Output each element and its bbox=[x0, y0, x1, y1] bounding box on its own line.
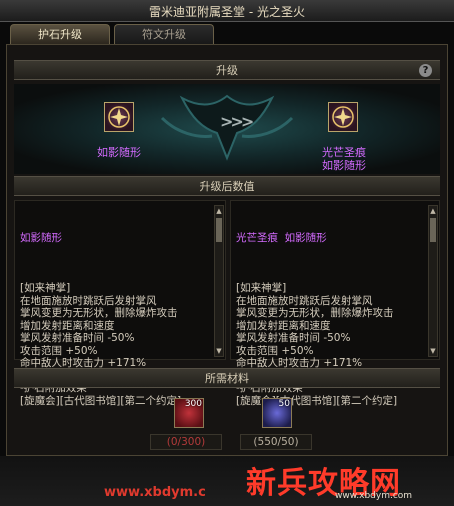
stats-panel-after: 光芒圣痕 如影随形 [如来神掌] 在地面施放时跳跃后发射掌风 掌风变更为无形状，删除… bbox=[230, 200, 440, 407]
stats-section-header: 升级后数值 bbox=[14, 176, 440, 196]
material-1-count: 300 bbox=[184, 399, 202, 409]
tab-talisman-upgrade[interactable]: 护石升级 bbox=[10, 24, 110, 44]
stats-section-title: 升级后数值 bbox=[199, 180, 255, 193]
red-crystal-icon[interactable]: 300 bbox=[174, 398, 204, 428]
material-1-requirement: (0/300) bbox=[150, 434, 222, 450]
talisman-icon bbox=[108, 106, 130, 128]
from-talisman-icon[interactable] bbox=[104, 102, 134, 132]
materials-section-header: 所需材料 bbox=[14, 368, 440, 388]
talisman-icon bbox=[332, 106, 354, 128]
stats-after-text: 光芒圣痕 如影随形 [如来神掌] 在地面施放时跳跃后发射掌风 掌风变更为无形状，删除… bbox=[236, 207, 397, 432]
to-item-name-line2: 如影随形 bbox=[322, 159, 366, 172]
stat-line: [旋魔会][古代图书馆][第二个约定] bbox=[20, 394, 182, 407]
upgrade-arrow-icon: >>> bbox=[220, 112, 254, 131]
scroll-down-icon[interactable]: ▼ bbox=[215, 347, 223, 355]
stat-line: 增加发射距离和速度 bbox=[20, 319, 115, 332]
stat-line: 在地面施放时跳跃后发射掌风 bbox=[236, 294, 373, 307]
stats-panel-before: 如影随形 [如来神掌] 在地面施放时跳跃后发射掌风 掌风变更为无形状，删除爆炸攻击增… bbox=[14, 200, 226, 407]
stat-line: [旋魔会][古代图书馆][第二个约定] bbox=[236, 394, 398, 407]
stats-after-title: 光芒圣痕 如影随形 bbox=[236, 232, 327, 244]
tab-rune-upgrade[interactable]: 符文升级 bbox=[114, 24, 214, 44]
materials-section-title: 所需材料 bbox=[205, 372, 249, 385]
stats-before-scrollbar[interactable]: ▲ ▼ bbox=[214, 205, 224, 357]
window-title: 雷米迪亚附属圣堂 - 光之圣火 bbox=[149, 5, 305, 19]
watermark-url-right: www.xbdym.com bbox=[335, 491, 413, 501]
stats-before-text: 如影随形 [如来神掌] 在地面施放时跳跃后发射掌风 掌风变更为无形状，删除爆炸攻击增… bbox=[20, 207, 181, 432]
material-2-requirement: (550/50) bbox=[240, 434, 312, 450]
from-item-name: 如影随形 bbox=[97, 146, 141, 159]
stat-line: 掌风发射准备时间 -50% bbox=[20, 332, 135, 344]
scroll-down-icon[interactable]: ▼ bbox=[429, 347, 437, 355]
stat-line: [如来神掌] bbox=[236, 282, 287, 294]
stat-line bbox=[20, 270, 181, 283]
stat-line: 掌风发射准备时间 -50% bbox=[236, 332, 351, 344]
stat-line: [如来神掌] bbox=[20, 282, 71, 294]
material-2-count: 50 bbox=[278, 399, 290, 409]
stat-line: 攻击范围 +50% bbox=[20, 344, 98, 357]
stats-after-scrollbar[interactable]: ▲ ▼ bbox=[428, 205, 438, 357]
scroll-up-icon[interactable]: ▲ bbox=[215, 207, 223, 215]
window-titlebar: 雷米迪亚附属圣堂 - 光之圣火 bbox=[0, 0, 454, 22]
stat-line: 攻击范围 +50% bbox=[236, 344, 314, 357]
upgrade-section-header: 升级 ? bbox=[14, 60, 440, 80]
stat-line: 掌风变更为无形状，删除爆炸攻击 bbox=[20, 307, 178, 319]
watermark-url-left: www.xbdym.c bbox=[104, 485, 206, 500]
stats-before-title: 如影随形 bbox=[20, 232, 62, 244]
to-talisman-icon[interactable] bbox=[328, 102, 358, 132]
stat-line: 增加发射距离和速度 bbox=[236, 319, 331, 332]
scroll-up-icon[interactable]: ▲ bbox=[429, 207, 437, 215]
watermark-bar: www.xbdym.c 新兵攻略网 www.xbdym.com bbox=[0, 456, 454, 506]
help-icon[interactable]: ? bbox=[419, 64, 432, 77]
stat-line bbox=[236, 270, 397, 283]
stat-line: 在地面施放时跳跃后发射掌风 bbox=[20, 294, 157, 307]
upgrade-section-title: 升级 bbox=[216, 64, 238, 77]
sword-shard-icon[interactable]: 50 bbox=[262, 398, 292, 428]
stat-line: 掌风变更为无形状，删除爆炸攻击 bbox=[236, 307, 394, 319]
scroll-thumb[interactable] bbox=[430, 218, 436, 242]
scroll-thumb[interactable] bbox=[216, 218, 222, 242]
